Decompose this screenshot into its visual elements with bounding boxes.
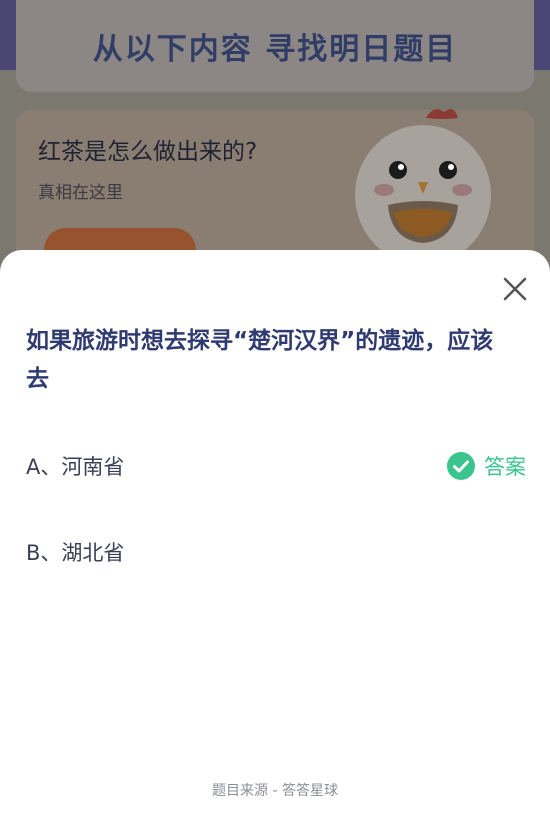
source-footer: 题目来源 - 答答星球 (212, 783, 338, 799)
background-card-title: 红茶是怎么做出来的? (38, 139, 258, 165)
background-header: 从以下内容 寻找明日题目 (16, 0, 534, 92)
option-b[interactable]: B、湖北省 (26, 532, 526, 572)
option-a[interactable]: A、河南省 答案 (26, 446, 526, 486)
option-b-label: B、湖北省 (26, 541, 125, 565)
question-text: 如果旅游时想去探寻“楚河汉界”的遗迹，应该去 (26, 328, 494, 392)
chicken-mascot-icon (355, 109, 491, 260)
close-icon[interactable] (500, 274, 530, 304)
answer-badge: 答案 (446, 451, 526, 481)
background-card-subtitle: 真相在这里 (38, 183, 123, 203)
option-a-label: A、河南省 (26, 455, 125, 479)
check-circle-icon (447, 452, 475, 480)
question-sheet: 如果旅游时想去探寻“楚河汉界”的遗迹，应该去 A、河南省 答案 B、湖北省 题目… (0, 250, 550, 823)
answer-label: 答案 (484, 455, 526, 479)
background-header-title: 从以下内容 寻找明日题目 (92, 32, 458, 67)
